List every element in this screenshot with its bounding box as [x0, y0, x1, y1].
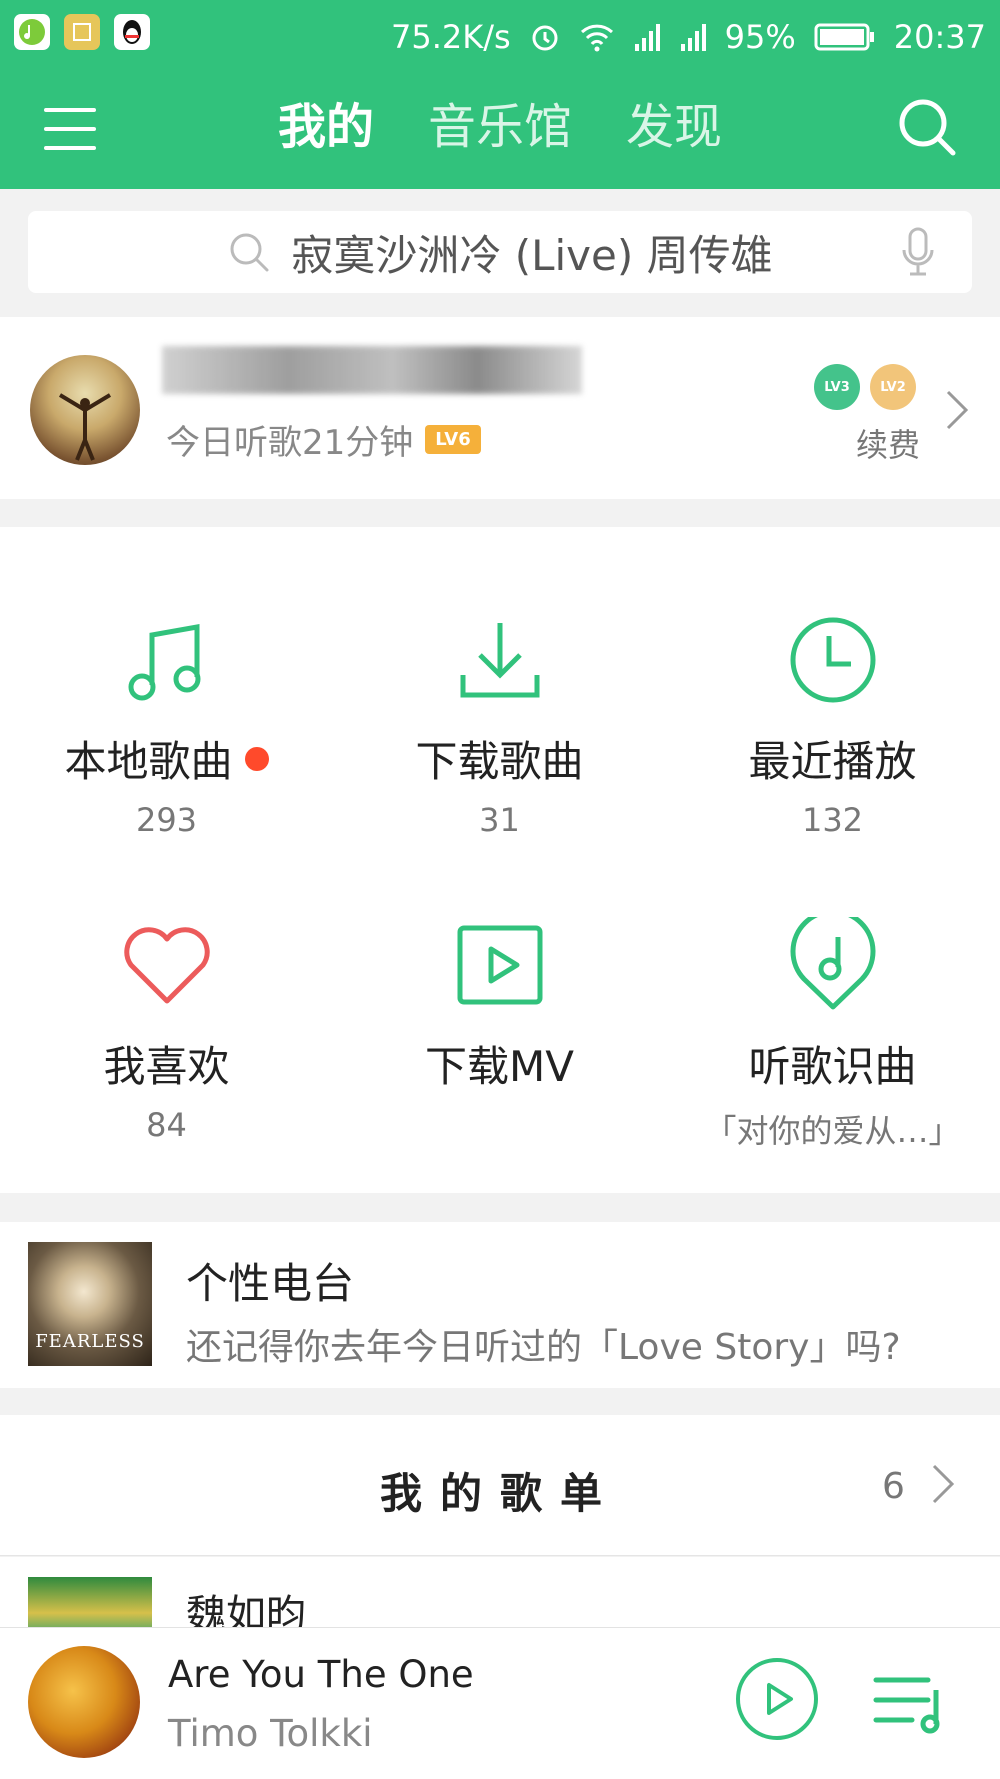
chevron-right-icon: [930, 1462, 956, 1510]
heart-icon: [0, 915, 333, 1015]
alarm-icon: [532, 25, 558, 51]
notes-app-icon: [64, 14, 100, 50]
radio-subtitle: 还记得你去年今日听过的「Love Story」吗?: [186, 1327, 901, 1368]
qqmusic-icon: [14, 14, 50, 50]
signal-icon-2: [680, 24, 706, 51]
battery-percent: 95%: [724, 18, 796, 56]
battery-icon: [814, 23, 874, 51]
playlists-title: 我的歌单: [379, 1469, 620, 1518]
play-icon: [767, 1683, 793, 1715]
grid-count: 132: [801, 801, 864, 839]
grid-count: 84: [146, 1106, 187, 1144]
radio-title: 个性电台: [186, 1259, 355, 1308]
grid-item-downloaded-songs[interactable]: 下载歌曲 31: [333, 610, 666, 839]
grid-item-song-recognition[interactable]: 听歌识曲 「对你的爱从…」: [666, 915, 999, 1152]
search-placeholder: 寂寞沙洲冷 (Live) 周传雄: [291, 230, 773, 280]
listen-today: 今日听歌21分钟: [166, 423, 414, 463]
avatar-figure-icon: [58, 393, 112, 461]
mini-player[interactable]: [0, 1627, 1000, 1779]
music-note-icon: [0, 610, 333, 710]
status-bar: 75.2K/s 95% 20:37: [391, 14, 986, 60]
listen-info: 今日听歌21分钟 LV6: [166, 415, 481, 464]
grid-item-favorites[interactable]: 我喜欢 84: [0, 915, 333, 1144]
playlist-name: 魏如昀: [186, 1592, 306, 1627]
microphone-icon[interactable]: [900, 226, 936, 278]
playlist-queue-button[interactable]: [872, 1672, 952, 1740]
clock-time: 20:37: [893, 18, 986, 56]
chevron-right-icon: [944, 388, 970, 436]
grid-label: 下载MV: [425, 1042, 574, 1091]
queue-icon: [873, 1677, 940, 1734]
playlists-count: 6: [882, 1466, 905, 1507]
green-vip-badge: LV3: [814, 364, 860, 410]
status-app-icons: [14, 14, 150, 50]
search-icon: [899, 99, 956, 156]
tab-mine[interactable]: 我的: [278, 92, 374, 162]
download-icon: [333, 610, 666, 710]
radio-cover-image: FEARLESS: [28, 1242, 152, 1366]
grid-label: 最近播放: [748, 737, 917, 786]
search-input[interactable]: 寂寞沙洲冷 (Live) 周传雄: [28, 211, 972, 293]
cover-text: FEARLESS: [35, 1331, 145, 1352]
tab-discover[interactable]: 发现: [626, 92, 722, 162]
level-badge: LV6: [425, 425, 481, 454]
grid-item-local-songs[interactable]: 本地歌曲 293: [0, 610, 333, 839]
song-artist: Timo Tolkki: [168, 1712, 373, 1755]
top-tabs: 我的 音乐馆 发现: [0, 92, 1000, 162]
new-dot: [244, 746, 269, 771]
grid-item-recent-play[interactable]: 最近播放 132: [666, 610, 999, 839]
play-box-icon: [333, 915, 666, 1015]
grid-count: 「对你的爱从…」: [704, 1112, 961, 1150]
renew-link[interactable]: 续费: [856, 420, 920, 466]
music-vip-badge: LV2: [870, 364, 916, 410]
vip-badges[interactable]: LV3 LV2: [814, 364, 916, 410]
wifi-icon: [580, 24, 613, 52]
grid-count: 31: [479, 801, 520, 839]
qq-penguin-icon: [114, 14, 150, 50]
tab-music-hall[interactable]: 音乐馆: [428, 92, 572, 162]
network-speed: 75.2K/s: [390, 18, 511, 56]
username-blurred: [162, 346, 582, 394]
song-title: Are You The One: [168, 1653, 474, 1696]
grid-label: 下载歌曲: [415, 737, 584, 786]
grid-label: 本地歌曲: [64, 737, 233, 786]
avatar[interactable]: [30, 355, 140, 465]
grid-item-download-mv[interactable]: 下载MV: [333, 915, 666, 1106]
player-cover[interactable]: [28, 1646, 140, 1758]
clock-icon: [666, 610, 999, 710]
grid-label: 我喜欢: [103, 1042, 230, 1091]
grid-label: 听歌识曲: [748, 1042, 917, 1091]
signal-icon-1: [634, 24, 660, 51]
grid-count: 293: [135, 801, 198, 839]
play-button[interactable]: [736, 1658, 818, 1740]
search-button[interactable]: [896, 96, 958, 158]
search-icon: [230, 233, 269, 272]
music-pin-icon: [666, 915, 999, 1015]
